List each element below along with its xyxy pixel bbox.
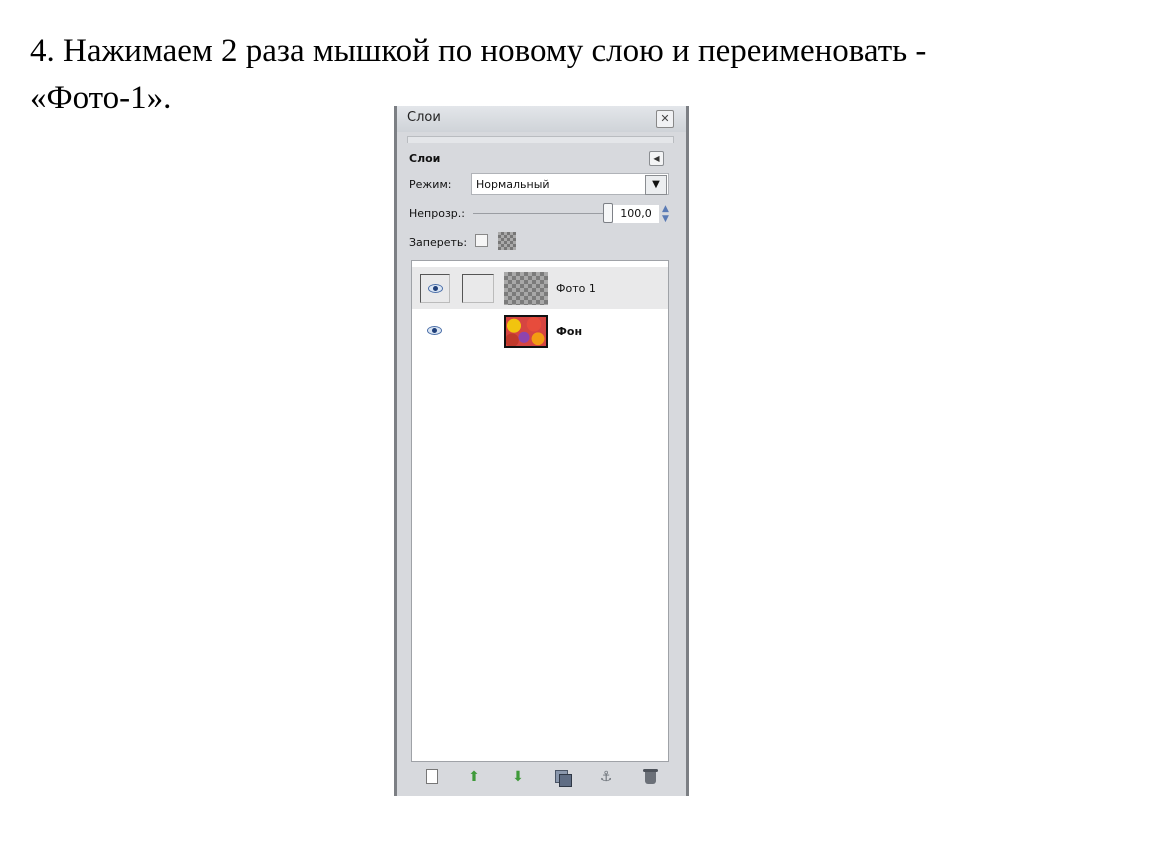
tab-label: Слои (409, 152, 441, 165)
opacity-input[interactable]: 100,0 (613, 205, 659, 223)
opacity-slider-handle[interactable] (603, 203, 613, 223)
lock-label: Запереть: (409, 236, 468, 249)
duplicate-layer-icon[interactable] (553, 768, 572, 787)
layer-actions-bar: ⬆ ⬇ ⚓ (411, 766, 669, 788)
lower-layer-icon[interactable]: ⬇ (509, 768, 527, 786)
anchor-layer-icon[interactable]: ⚓ (597, 768, 615, 786)
eye-icon (428, 284, 443, 293)
panel-titlebar[interactable]: Слои ✕ (397, 106, 686, 132)
chevron-down-icon[interactable]: ▼ (645, 175, 667, 195)
mode-select[interactable]: Нормальный ▼ (471, 173, 669, 195)
layer-row[interactable]: Фон (412, 310, 668, 352)
delete-layer-icon[interactable] (641, 768, 659, 786)
tab-menu-icon[interactable]: ◀ (649, 151, 664, 166)
new-layer-icon[interactable] (423, 768, 441, 786)
mode-value: Нормальный (476, 178, 550, 191)
panel-separator (407, 136, 674, 143)
layer-row[interactable]: Фото 1 (412, 267, 668, 309)
layer-thumbnail (504, 315, 548, 348)
spin-arrows-icon[interactable]: ▲ ▼ (662, 204, 669, 224)
close-icon[interactable]: ✕ (656, 110, 674, 128)
lock-alpha-icon[interactable] (498, 232, 516, 250)
opacity-slider-track[interactable] (473, 213, 608, 214)
layer-thumbnail (504, 272, 548, 305)
layer-list: Фото 1 Фон (411, 260, 669, 762)
layers-panel: Слои ✕ Слои ◀ Режим: Нормальный ▼ Непроз… (394, 106, 689, 796)
raise-layer-icon[interactable]: ⬆ (465, 768, 483, 786)
panel-title: Слои (407, 110, 441, 125)
visibility-toggle[interactable] (420, 317, 450, 346)
visibility-toggle[interactable] (420, 274, 450, 303)
mode-label: Режим: (409, 178, 452, 191)
chain-toggle[interactable] (462, 274, 494, 303)
eye-icon (427, 326, 442, 335)
lock-checkbox[interactable] (475, 234, 488, 247)
layer-name[interactable]: Фон (556, 325, 582, 338)
opacity-label: Непрозр.: (409, 207, 465, 220)
layer-name[interactable]: Фото 1 (556, 282, 596, 295)
